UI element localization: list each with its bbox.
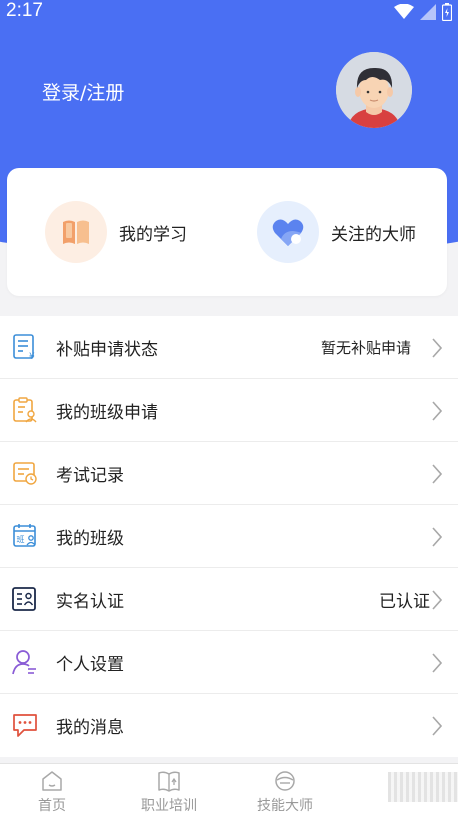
- tab-vocational-training[interactable]: 职业培训: [112, 770, 226, 815]
- battery-icon: [442, 3, 452, 21]
- chevron-right-icon: [432, 464, 442, 484]
- obscured-tab-area: [388, 772, 458, 802]
- master-icon-circle: [257, 201, 319, 263]
- menu-label: 实名认证: [56, 591, 124, 612]
- status-time: 2:17: [6, 0, 43, 21]
- chevron-right-icon: [432, 716, 442, 736]
- chevron-right-icon: [432, 590, 442, 610]
- book-icon: [158, 771, 180, 792]
- menu-label: 我的消息: [56, 718, 124, 738]
- menu-item-class-application[interactable]: 我的班级申请: [0, 379, 458, 442]
- avatar[interactable]: [336, 52, 412, 128]
- chevron-right-icon: [432, 401, 442, 421]
- menu-item-real-name-auth[interactable]: 实名认证 已认证: [0, 568, 458, 631]
- followed-masters-label: 关注的大师: [331, 224, 416, 245]
- exam-record-icon: [13, 462, 37, 485]
- menu-item-subsidy-status[interactable]: ¥ 补贴申请状态 暂无补贴申请: [0, 316, 458, 379]
- chevron-right-icon: [432, 653, 442, 673]
- chevron-right-icon: [432, 527, 442, 547]
- menu-item-my-class[interactable]: 班 我的班级: [0, 505, 458, 568]
- book-open-icon: [63, 220, 89, 244]
- menu-label: 我的班级: [56, 528, 124, 549]
- menu-label: 考试记录: [56, 465, 124, 486]
- home-icon: [42, 771, 62, 791]
- my-study-label: 我的学习: [119, 224, 187, 245]
- menu-label: 补贴申请状态: [56, 339, 158, 360]
- signal-icon: [420, 4, 436, 20]
- menu-item-exam-record[interactable]: 考试记录: [0, 442, 458, 505]
- quick-actions-card: 我的学习 关注的大师: [7, 168, 447, 296]
- tab-home[interactable]: 首页: [0, 770, 109, 815]
- id-card-icon: [12, 587, 36, 611]
- menu-item-personal-settings[interactable]: 个人设置: [0, 631, 458, 694]
- my-class-icon: 班: [13, 524, 36, 547]
- heart-icon: [272, 219, 304, 246]
- settings-menu: ¥ 补贴申请状态 暂无补贴申请 我的班级申请 考试记录 班 我的班级 实名认证 …: [0, 316, 458, 757]
- svg-text:¥: ¥: [29, 352, 35, 360]
- class-application-icon: [13, 397, 37, 423]
- tab-home-label: 首页: [38, 798, 66, 814]
- subsidy-doc-icon: ¥: [13, 334, 35, 360]
- person-settings-icon: [12, 650, 36, 675]
- login-register-link[interactable]: 登录/注册: [42, 78, 124, 105]
- menu-label: 个人设置: [56, 654, 124, 675]
- chevron-right-icon: [432, 338, 442, 358]
- followed-masters-button[interactable]: 关注的大师: [257, 200, 416, 264]
- my-study-button[interactable]: 我的学习: [45, 200, 187, 264]
- tab-skill-master-label: 技能大师: [257, 798, 313, 814]
- svg-text:班: 班: [17, 534, 25, 544]
- tab-vocational-training-label: 职业培训: [141, 798, 197, 814]
- menu-item-my-messages[interactable]: 我的消息: [0, 694, 458, 757]
- verified-status: 已认证: [379, 591, 430, 612]
- study-icon-circle: [45, 201, 107, 263]
- master-icon: [275, 771, 295, 791]
- status-icons: [394, 3, 452, 21]
- wifi-icon: [394, 4, 414, 19]
- message-icon: [13, 714, 37, 737]
- user-avatar-icon: [336, 52, 412, 128]
- menu-value: 暂无补贴申请: [320, 338, 411, 357]
- menu-label: 我的班级申请: [56, 402, 158, 423]
- status-bar: 2:17: [0, 0, 458, 26]
- tab-skill-master[interactable]: 技能大师: [228, 770, 342, 815]
